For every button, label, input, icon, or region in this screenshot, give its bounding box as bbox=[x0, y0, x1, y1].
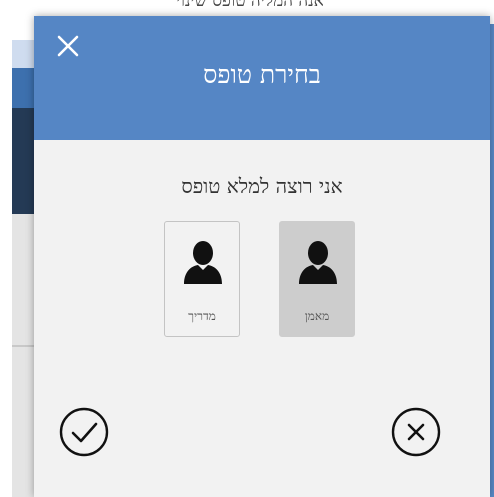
close-icon[interactable] bbox=[54, 32, 84, 62]
check-circle-icon bbox=[59, 407, 109, 457]
option-instructor-button[interactable]: מדריך bbox=[164, 221, 240, 337]
modal-header: בחירת טופס bbox=[34, 16, 490, 140]
cancel-button[interactable] bbox=[390, 406, 442, 458]
option-instructor-label: מדריך bbox=[188, 309, 216, 323]
modal-title: בחירת טופס bbox=[203, 60, 321, 89]
form-prompt: אני רוצה למלא טופס bbox=[181, 174, 343, 198]
option-coach-label: מאמן bbox=[304, 309, 330, 323]
user-silhouette-icon bbox=[297, 240, 339, 284]
background-edge bbox=[0, 0, 12, 497]
confirm-button[interactable] bbox=[58, 406, 110, 458]
x-circle-icon bbox=[391, 407, 441, 457]
background-header-text: אנה המליה טופס שינוי bbox=[176, 0, 324, 11]
form-select-modal: בחירת טופס אני רוצה למלא טופס מאמן מדריך bbox=[34, 16, 490, 497]
user-silhouette-icon bbox=[182, 240, 224, 284]
option-coach-button[interactable]: מאמן bbox=[279, 221, 355, 337]
